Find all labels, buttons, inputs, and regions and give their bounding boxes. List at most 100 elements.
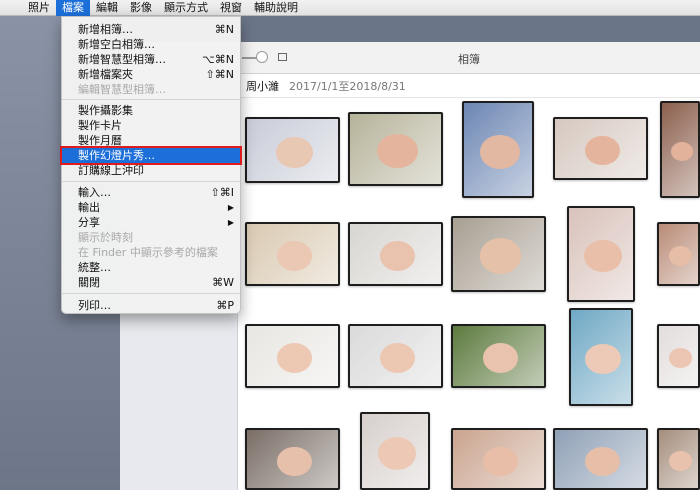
baby-face-shape <box>276 343 313 374</box>
menu-item-label: 分享 <box>78 216 100 229</box>
baby-face-shape <box>585 135 620 166</box>
baby-face-shape <box>671 142 693 161</box>
menu-view[interactable]: 顯示方式 <box>158 0 214 16</box>
menu-item-label: 新增相簿… <box>78 23 133 36</box>
toolbar: 相簿 <box>238 42 700 74</box>
menu-item-shortcut: ⌘W <box>212 276 234 289</box>
menu-help[interactable]: 輔助說明 <box>248 0 304 16</box>
menu-item-label: 編輯智慧型相簿… <box>78 83 166 96</box>
photo-thumbnail[interactable] <box>451 428 546 490</box>
baby-face-shape <box>668 451 693 472</box>
baby-face-shape <box>483 446 518 476</box>
file-menu-item[interactable]: 分享 ▶ <box>62 215 240 230</box>
file-menu-item[interactable]: 列印… ⌘P <box>62 298 240 313</box>
menu-item-label: 新增空白相簿… <box>78 38 155 51</box>
photo-thumbnail[interactable] <box>657 428 700 490</box>
menu-edit[interactable]: 編輯 <box>90 0 124 16</box>
menu-item-label: 新增智慧型相簿… <box>78 53 166 66</box>
menu-item-label: 顯示於時刻 <box>78 231 133 244</box>
file-menu-item: 顯示於時刻 <box>62 230 240 245</box>
baby-face-shape <box>377 133 418 169</box>
photo-thumbnail[interactable] <box>657 222 700 286</box>
photo-thumbnail[interactable] <box>451 216 546 292</box>
file-menu-item: 在 Finder 中顯示參考的檔案 <box>62 245 240 260</box>
menu-item-shortcut: ⌘P <box>216 299 234 312</box>
menu-item-shortcut: ⇧⌘I <box>210 186 234 199</box>
menu-image[interactable]: 影像 <box>124 0 158 16</box>
menu-separator <box>62 99 240 100</box>
photo-thumbnail[interactable] <box>245 324 340 388</box>
photo-thumbnail[interactable] <box>348 222 443 286</box>
menu-item-label: 統整… <box>78 261 111 274</box>
file-menu: 新增相簿… ⌘N 新增空白相簿… 新增智慧型相簿… ⌥⌘N 新增檔案夾 ⇧⌘N 編輯智慧型相簿… <box>60 16 242 314</box>
menu-item-label: 在 Finder 中顯示參考的檔案 <box>78 246 218 259</box>
baby-face-shape <box>379 343 416 374</box>
album-name: 周小濰 <box>246 79 279 93</box>
photo-thumbnail[interactable] <box>553 428 648 490</box>
photo-thumbnail[interactable] <box>348 324 443 388</box>
file-menu-item[interactable]: 新增智慧型相簿… ⌥⌘N <box>62 52 240 67</box>
menu-item-label: 製作幻燈片秀… <box>78 149 155 162</box>
photo-thumbnail[interactable] <box>360 412 430 490</box>
file-menu-item[interactable]: 製作卡片 <box>62 118 240 133</box>
file-menu-item[interactable]: 製作幻燈片秀… <box>60 146 242 165</box>
photo-thumbnail[interactable] <box>245 428 340 490</box>
baby-face-shape <box>584 240 622 273</box>
photo-thumbnail[interactable] <box>245 117 340 183</box>
baby-face-shape <box>585 344 621 375</box>
menu-item-label: 製作攝影集 <box>78 104 133 117</box>
menu-item-label: 輸入… <box>78 186 111 199</box>
menu-item-label: 列印… <box>78 299 111 312</box>
menu-window[interactable]: 視窗 <box>214 0 248 16</box>
file-menu-item[interactable]: 新增相簿… ⌘N <box>62 22 240 37</box>
menu-item-shortcut: ⌘N <box>214 23 234 36</box>
baby-face-shape <box>276 241 313 272</box>
menu-separator <box>62 181 240 182</box>
menu-photos[interactable]: 照片 <box>22 0 56 16</box>
menu-item-label: 製作月曆 <box>78 134 122 147</box>
menu-item-label: 製作卡片 <box>78 119 122 132</box>
menu-file[interactable]: 檔案 <box>56 0 90 16</box>
file-menu-item[interactable]: 製作月曆 <box>62 133 240 148</box>
menu-item-shortcut: ⇧⌘N <box>205 68 234 81</box>
menu-item-label: 訂購線上沖印 <box>78 164 144 177</box>
window-title: 相簿 <box>458 53 480 66</box>
baby-face-shape <box>379 241 416 272</box>
file-menu-item[interactable]: 統整… <box>62 260 240 275</box>
photo-thumbnail[interactable] <box>245 222 340 286</box>
photo-thumbnail[interactable] <box>462 101 534 198</box>
menu-item-shortcut: ⌥⌘N <box>202 53 234 66</box>
album-date-range: 2017/1/1至2018/8/31 <box>289 79 406 93</box>
menu-item-label: 輸出 <box>78 201 100 214</box>
file-menu-item: 編輯智慧型相簿… <box>62 82 240 97</box>
submenu-arrow-icon: ▶ <box>227 203 234 212</box>
file-menu-item[interactable]: 新增檔案夾 ⇧⌘N <box>62 67 240 82</box>
photo-thumbnail[interactable] <box>657 324 700 388</box>
baby-face-shape <box>668 348 693 369</box>
file-menu-item[interactable]: 新增空白相簿… <box>62 37 240 52</box>
file-menu-item[interactable]: 訂購線上沖印 <box>62 163 240 178</box>
photo-thumbnail[interactable] <box>567 206 635 302</box>
photo-thumbnail[interactable] <box>553 117 648 180</box>
menu-bar: 照片 檔案 編輯 影像 顯示方式 視窗 輔助說明 <box>0 0 700 16</box>
menu-separator <box>62 293 240 294</box>
submenu-arrow-icon: ▶ <box>227 218 234 227</box>
baby-face-shape <box>585 446 620 476</box>
baby-face-shape <box>668 246 693 267</box>
photo-thumbnail[interactable] <box>569 308 633 406</box>
baby-face-shape <box>277 446 312 476</box>
file-menu-item[interactable]: 製作攝影集 <box>62 103 240 118</box>
baby-face-shape <box>479 238 522 274</box>
baby-face-shape <box>276 136 313 168</box>
file-menu-item[interactable]: 輸出 ▶ <box>62 200 240 215</box>
baby-face-shape <box>482 343 519 374</box>
file-menu-item[interactable]: 關閉 ⌘W <box>62 275 240 290</box>
menu-item-label: 新增檔案夾 <box>78 68 133 81</box>
baby-face-shape <box>480 134 520 169</box>
file-menu-item[interactable]: 輸入… ⇧⌘I <box>62 185 240 200</box>
photo-thumbnail[interactable] <box>451 324 546 388</box>
photo-thumbnail[interactable] <box>348 112 443 186</box>
photo-thumbnail[interactable] <box>660 101 700 198</box>
album-header: 周小濰 2017/1/1至2018/8/31 <box>238 74 700 98</box>
baby-face-shape <box>377 436 417 470</box>
